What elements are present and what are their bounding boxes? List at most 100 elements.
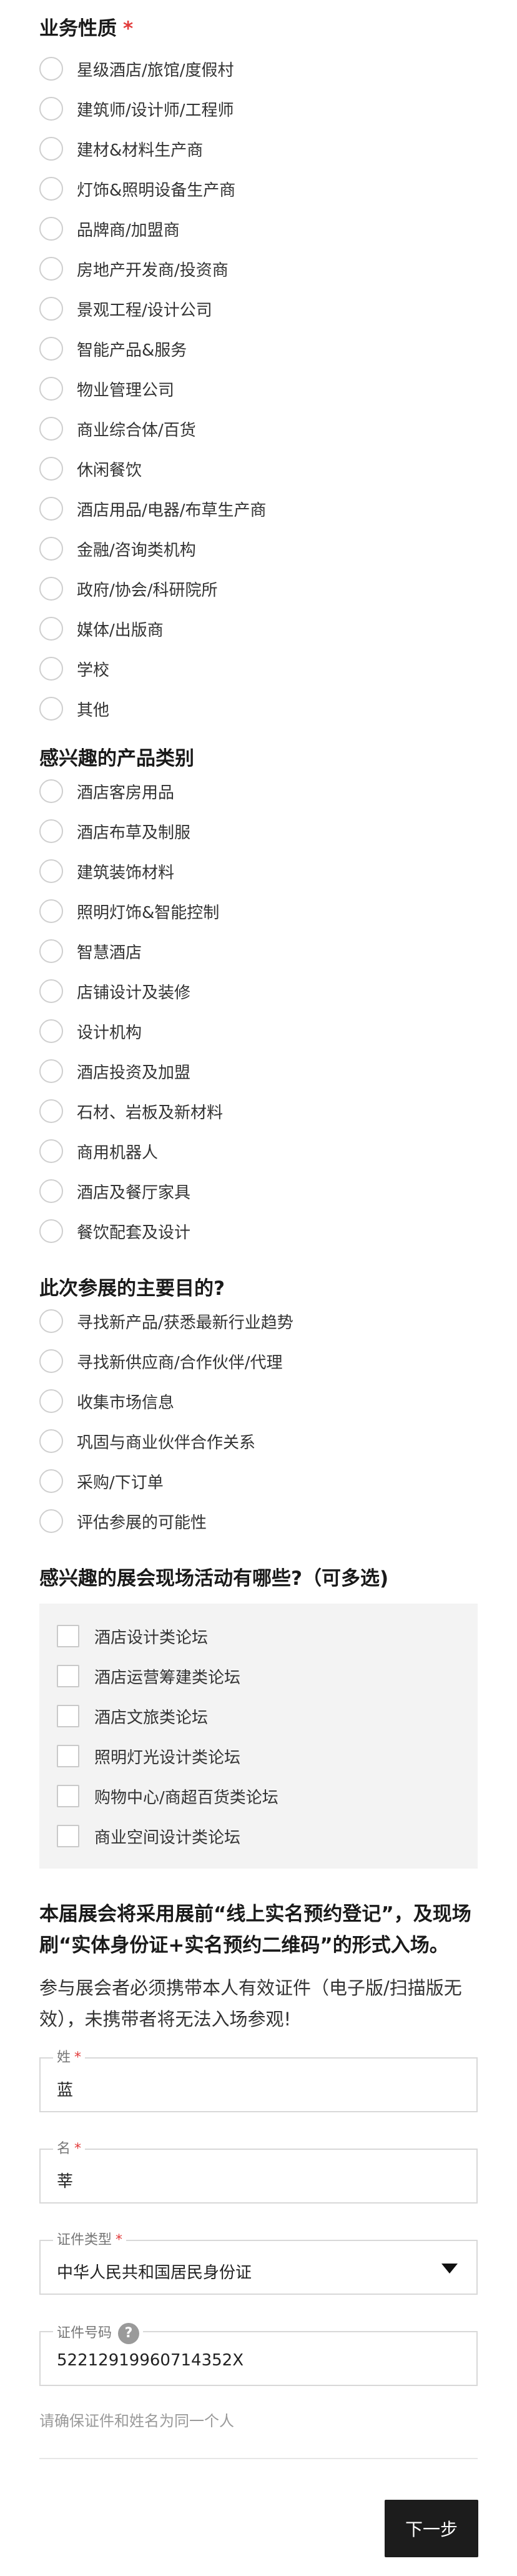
radio-option[interactable]: 房地产开发商/投资商 [39, 249, 478, 289]
radio-button[interactable] [39, 617, 63, 641]
radio-option[interactable]: 采购/下订单 [39, 1461, 478, 1501]
radio-button[interactable] [39, 1219, 63, 1243]
radio-label: 灯饰&照明设备生产商 [77, 181, 236, 200]
radio-button[interactable] [39, 457, 63, 481]
checkbox-option[interactable]: 照明灯光设计类论坛 [39, 1736, 478, 1776]
radio-option[interactable]: 照明灯饰&智能控制 [39, 891, 478, 931]
radio-option[interactable]: 灯饰&照明设备生产商 [39, 169, 478, 209]
checkbox-option[interactable]: 酒店文旅类论坛 [39, 1696, 478, 1736]
radio-button[interactable] [39, 137, 63, 161]
radio-option[interactable]: 建筑师/设计师/工程师 [39, 89, 478, 129]
checkbox-option[interactable]: 酒店设计类论坛 [39, 1616, 478, 1656]
radio-button[interactable] [39, 1059, 63, 1083]
checkbox[interactable] [57, 1785, 79, 1807]
radio-option[interactable]: 金融/咨询类机构 [39, 529, 478, 569]
radio-option[interactable]: 景观工程/设计公司 [39, 289, 478, 329]
radio-button[interactable] [39, 377, 63, 401]
radio-option[interactable]: 商用机器人 [39, 1131, 478, 1171]
radio-button[interactable] [39, 1309, 63, 1333]
checkbox[interactable] [57, 1625, 79, 1647]
radio-label: 酒店及餐厅家具 [77, 1183, 191, 1202]
radio-option[interactable]: 商业综合体/百货 [39, 409, 478, 449]
radio-button[interactable] [39, 899, 63, 923]
radio-button[interactable] [39, 217, 63, 241]
surname-label: 姓 * [53, 2049, 86, 2067]
checkbox-option[interactable]: 购物中心/商超百货类论坛 [39, 1776, 478, 1816]
radio-button[interactable] [39, 1349, 63, 1373]
checkbox[interactable] [57, 1825, 79, 1847]
radio-button[interactable] [39, 1469, 63, 1493]
radio-button[interactable] [39, 1389, 63, 1413]
radio-option[interactable]: 休闲餐饮 [39, 449, 478, 489]
radio-option[interactable]: 星级酒店/旅馆/度假村 [39, 49, 478, 89]
radio-button[interactable] [39, 177, 63, 201]
radio-label: 星级酒店/旅馆/度假村 [77, 61, 234, 80]
radio-button[interactable] [39, 1139, 63, 1163]
radio-option[interactable]: 收集市场信息 [39, 1381, 478, 1421]
radio-option[interactable]: 石材、岩板及新材料 [39, 1091, 478, 1131]
radio-option[interactable]: 寻找新供应商/合作伙伴/代理 [39, 1341, 478, 1381]
products-title: 感兴趣的产品类别 [39, 747, 194, 770]
radio-option[interactable]: 物业管理公司 [39, 369, 478, 409]
radio-option[interactable]: 政府/协会/科研院所 [39, 569, 478, 609]
radio-label: 店铺设计及装修 [77, 983, 191, 1002]
radio-button[interactable] [39, 859, 63, 883]
required-mark: * [74, 2141, 82, 2157]
radio-option[interactable]: 智慧酒店 [39, 931, 478, 971]
radio-button[interactable] [39, 819, 63, 843]
radio-button[interactable] [39, 297, 63, 321]
radio-option[interactable]: 媒体/出版商 [39, 609, 478, 649]
radio-button[interactable] [39, 1019, 63, 1043]
radio-button[interactable] [39, 537, 63, 561]
id-hint: 请确保证件和姓名为同一个人 [39, 2412, 234, 2430]
radio-button[interactable] [39, 97, 63, 121]
radio-button[interactable] [39, 337, 63, 361]
radio-option[interactable]: 酒店客房用品 [39, 771, 478, 811]
checkbox[interactable] [57, 1705, 79, 1727]
checkbox[interactable] [57, 1665, 79, 1687]
radio-option[interactable]: 酒店布草及制服 [39, 811, 478, 851]
radio-button[interactable] [39, 979, 63, 1003]
radio-option[interactable]: 评估参展的可能性 [39, 1501, 478, 1541]
radio-option[interactable]: 建筑装饰材料 [39, 851, 478, 891]
radio-button[interactable] [39, 1099, 63, 1123]
radio-option[interactable]: 智能产品&服务 [39, 329, 478, 369]
radio-button[interactable] [39, 697, 63, 721]
radio-button[interactable] [39, 1179, 63, 1203]
radio-option[interactable]: 品牌商/加盟商 [39, 209, 478, 249]
radio-option[interactable]: 建材&材料生产商 [39, 129, 478, 169]
given-name-field[interactable]: 名 * 莘 [39, 2140, 478, 2204]
radio-option[interactable]: 酒店及餐厅家具 [39, 1171, 478, 1211]
help-icon[interactable]: ? [118, 2323, 140, 2344]
checkbox-option[interactable]: 酒店运营筹建类论坛 [39, 1656, 478, 1696]
radio-button[interactable] [39, 257, 63, 281]
radio-option[interactable]: 酒店用品/电器/布草生产商 [39, 489, 478, 529]
radio-option[interactable]: 其他 [39, 689, 478, 729]
radio-label: 其他 [77, 701, 110, 720]
radio-option[interactable]: 寻找新产品/获悉最新行业趋势 [39, 1301, 478, 1341]
checkbox-option[interactable]: 商业空间设计类论坛 [39, 1816, 478, 1856]
radio-button[interactable] [39, 939, 63, 963]
checkbox[interactable] [57, 1745, 79, 1767]
radio-button[interactable] [39, 417, 63, 441]
radio-label: 物业管理公司 [77, 381, 175, 400]
radio-option[interactable]: 巩固与商业伙伴合作关系 [39, 1421, 478, 1461]
radio-option[interactable]: 店铺设计及装修 [39, 971, 478, 1011]
radio-option[interactable]: 酒店投资及加盟 [39, 1051, 478, 1091]
purpose-options: 寻找新产品/获悉最新行业趋势 寻找新供应商/合作伙伴/代理 收集市场信息 巩固与商业伙… [39, 1301, 478, 1541]
next-button[interactable]: 下一步 [385, 2500, 478, 2557]
id-number-field[interactable]: 证件号码? 52212919960714352X [39, 2323, 478, 2386]
radio-option[interactable]: 设计机构 [39, 1011, 478, 1051]
radio-label: 照明灯饰&智能控制 [77, 903, 220, 922]
radio-option[interactable]: 餐饮配套及设计 [39, 1211, 478, 1251]
radio-option[interactable]: 学校 [39, 649, 478, 689]
radio-button[interactable] [39, 497, 63, 521]
radio-button[interactable] [39, 1509, 63, 1533]
radio-button[interactable] [39, 577, 63, 601]
radio-button[interactable] [39, 779, 63, 803]
radio-button[interactable] [39, 657, 63, 681]
surname-field[interactable]: 姓 * 蓝 [39, 2049, 478, 2112]
radio-button[interactable] [39, 1429, 63, 1453]
id-type-select[interactable]: 证件类型 * 中华人民共和国居民身份证 [39, 2232, 478, 2295]
radio-button[interactable] [39, 57, 63, 81]
